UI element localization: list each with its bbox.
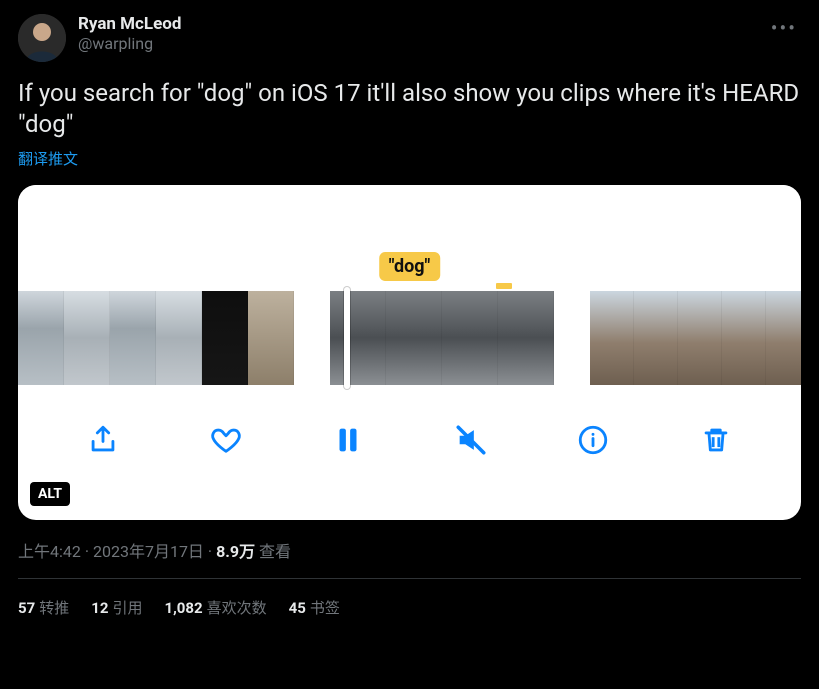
clip-frame [156, 291, 202, 385]
tweet-header: Ryan McLeod @warpling ••• [18, 14, 801, 62]
author-display-name: Ryan McLeod [78, 14, 181, 34]
video-scrubber[interactable] [18, 291, 801, 385]
caption-tick-icon [496, 283, 512, 289]
retweets-stat[interactable]: 57转推 [18, 597, 69, 618]
clip-frame [330, 291, 386, 385]
media-controls [18, 385, 801, 495]
tweet-date: 2023年7月17日 [93, 542, 204, 561]
stat-number: 45 [289, 599, 306, 617]
info-icon [576, 423, 610, 457]
stat-label: 书签 [310, 599, 340, 617]
share-button[interactable] [84, 421, 122, 459]
stat-label: 转推 [39, 599, 69, 617]
speaker-muted-icon [454, 423, 488, 457]
clip-frame [18, 291, 64, 385]
stat-number: 12 [91, 599, 108, 617]
quotes-stat[interactable]: 12引用 [91, 597, 142, 618]
stat-label: 引用 [112, 599, 142, 617]
tweet-stats: 57转推 12引用 1,082 喜欢次数 45书签 [18, 579, 801, 618]
media-card[interactable]: "dog" [18, 185, 801, 520]
share-icon [86, 423, 120, 457]
meta-sep: · [204, 542, 216, 561]
clip-frame [498, 291, 554, 385]
clip-group [330, 291, 554, 385]
clip-frame [634, 291, 678, 385]
caption-marker: "dog" [379, 252, 441, 281]
clip-group [590, 291, 801, 385]
pause-button[interactable] [329, 421, 367, 459]
clip-frame [386, 291, 442, 385]
clip-frame [442, 291, 498, 385]
clip-frame [678, 291, 722, 385]
translate-link[interactable]: 翻译推文 [18, 148, 801, 169]
clip-frame [110, 291, 156, 385]
clip-frame [248, 291, 294, 385]
avatar[interactable] [18, 14, 66, 62]
stat-number: 1,082 [164, 599, 202, 617]
clip-frame [722, 291, 766, 385]
clip-frame [64, 291, 110, 385]
bookmarks-stat[interactable]: 45书签 [289, 597, 340, 618]
media-header: "dog" [18, 185, 801, 291]
like-button[interactable] [207, 421, 245, 459]
clip-frame [590, 291, 634, 385]
trash-icon [699, 423, 733, 457]
clip-group [18, 291, 294, 385]
views-label: 查看 [255, 542, 291, 561]
tweet-time: 上午4:42 [18, 542, 81, 561]
heart-icon [209, 423, 243, 457]
playhead-icon[interactable] [344, 287, 350, 389]
author-handle: @warpling [78, 34, 181, 53]
delete-button[interactable] [697, 421, 735, 459]
views-count: 8.9万 [216, 542, 255, 561]
tweet-container: Ryan McLeod @warpling ••• If you search … [0, 0, 819, 618]
more-menu-button[interactable]: ••• [767, 14, 801, 42]
tweet-meta[interactable]: 上午4:42 · 2023年7月17日 · 8.9万 查看 [18, 538, 801, 562]
pause-icon [331, 423, 365, 457]
clip-frame [766, 291, 801, 385]
meta-sep: · [81, 542, 93, 561]
alt-badge[interactable]: ALT [30, 482, 70, 506]
likes-stat[interactable]: 1,082 喜欢次数 [164, 597, 266, 618]
stat-number: 57 [18, 599, 35, 617]
clip-frame [202, 291, 248, 385]
stat-label: 喜欢次数 [207, 599, 267, 617]
mute-button[interactable] [452, 421, 490, 459]
author-names[interactable]: Ryan McLeod @warpling [78, 14, 181, 53]
tweet-text: If you search for "dog" on iOS 17 it'll … [18, 78, 801, 140]
info-button[interactable] [574, 421, 612, 459]
